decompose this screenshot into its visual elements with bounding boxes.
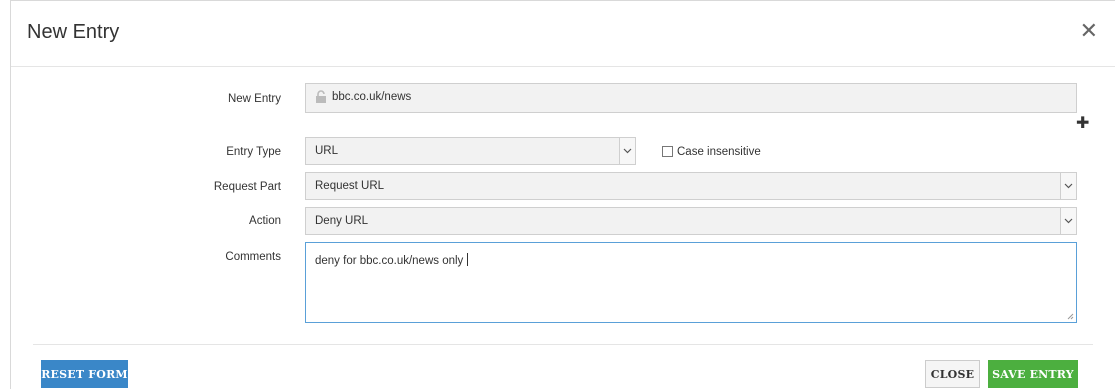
resize-handle-icon[interactable] (1067, 313, 1074, 320)
action-dropdown[interactable] (1060, 208, 1076, 234)
entry-type-select[interactable]: URL (305, 137, 636, 165)
close-icon[interactable]: ✕ (1080, 21, 1098, 43)
request-part-select[interactable]: Request URL (305, 172, 1077, 200)
dialog-header: New Entry ✕ (11, 1, 1115, 67)
case-insensitive-label: Case insensitive (677, 146, 761, 158)
reset-form-button[interactable]: RESET FORM (41, 360, 128, 388)
dialog-title: New Entry (27, 21, 120, 43)
entry-type-dropdown[interactable] (619, 138, 635, 164)
plus-icon[interactable]: ✚ (1076, 113, 1089, 132)
save-entry-button[interactable]: SAVE ENTRY (988, 360, 1078, 388)
action-value: Deny URL (315, 215, 369, 227)
request-part-value: Request URL (315, 180, 385, 192)
footer-divider (33, 344, 1093, 345)
chevron-down-icon (1064, 218, 1073, 224)
close-button[interactable]: CLOSE (925, 360, 980, 388)
new-entry-label: New Entry (227, 93, 281, 105)
new-entry-value: bbc.co.uk/news (332, 91, 412, 103)
request-part-label: Request Part (213, 181, 281, 193)
case-insensitive-checkbox[interactable] (662, 146, 673, 157)
chevron-down-icon (623, 148, 632, 154)
chevron-down-icon (1064, 183, 1073, 189)
text-cursor (467, 253, 469, 266)
comments-label: Comments (225, 251, 281, 263)
new-entry-dialog: New Entry ✕ New Entry bbc.co.uk/news ✚ E… (10, 0, 1115, 389)
new-entry-input[interactable]: bbc.co.uk/news (305, 83, 1077, 113)
comments-textarea[interactable]: deny for bbc.co.uk/news only (305, 242, 1077, 323)
action-select[interactable]: Deny URL (305, 207, 1077, 235)
entry-type-label: Entry Type (226, 146, 281, 158)
comments-value: deny for bbc.co.uk/news only (315, 255, 464, 267)
request-part-dropdown[interactable] (1060, 173, 1076, 199)
action-label: Action (249, 215, 281, 227)
entry-type-value: URL (315, 145, 339, 157)
unlock-icon (316, 90, 326, 103)
